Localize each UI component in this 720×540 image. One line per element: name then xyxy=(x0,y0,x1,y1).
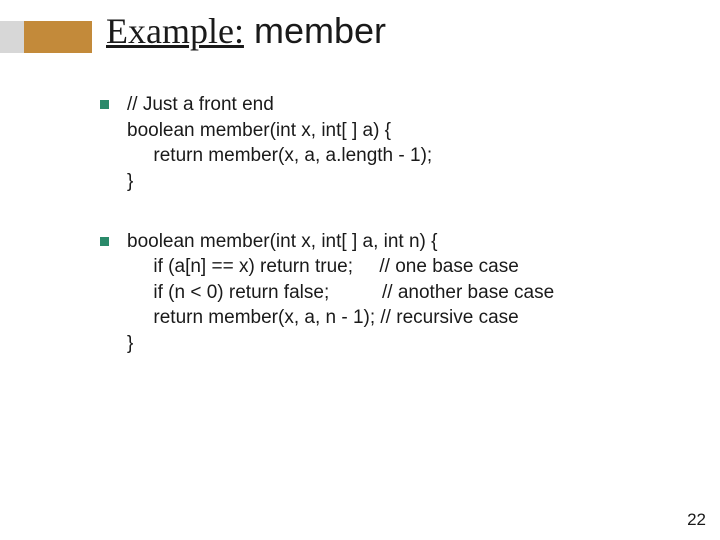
title-underlined: Example: xyxy=(106,11,244,51)
title-accent-brown xyxy=(24,21,92,53)
slide-title: Example: member xyxy=(106,10,386,52)
slide-body: // Just a front end boolean member(int x… xyxy=(100,92,680,391)
code-text: boolean member(int x, int[ ] a, int n) {… xyxy=(127,229,680,357)
code-line: // Just a front end xyxy=(127,94,274,115)
code-line: return member(x, a, n - 1); // recursive… xyxy=(127,307,519,328)
code-line: } xyxy=(127,333,133,354)
code-block-2: boolean member(int x, int[ ] a, int n) {… xyxy=(100,229,680,357)
code-line: boolean member(int x, int[ ] a, int n) { xyxy=(127,231,438,252)
bullet-row: boolean member(int x, int[ ] a, int n) {… xyxy=(100,229,680,357)
bullet-row: // Just a front end boolean member(int x… xyxy=(100,92,680,195)
code-text: // Just a front end boolean member(int x… xyxy=(127,92,680,195)
bullet-square-icon xyxy=(100,237,109,246)
code-line: } xyxy=(127,171,133,192)
code-line: if (a[n] == x) return true; // one base … xyxy=(127,256,519,277)
title-plain: member xyxy=(244,10,386,51)
page-number: 22 xyxy=(687,510,706,530)
code-block-1: // Just a front end boolean member(int x… xyxy=(100,92,680,195)
title-accent-gray xyxy=(0,21,24,53)
code-line: boolean member(int x, int[ ] a) { xyxy=(127,120,391,141)
bullet-square-icon xyxy=(100,100,109,109)
code-line: if (n < 0) return false; // another base… xyxy=(127,282,554,303)
slide: Example: member // Just a front end bool… xyxy=(0,0,720,540)
code-line: return member(x, a, a.length - 1); xyxy=(127,145,432,166)
